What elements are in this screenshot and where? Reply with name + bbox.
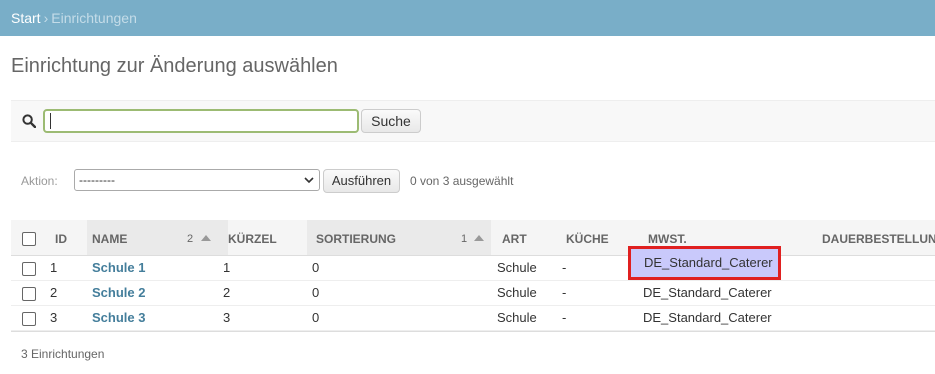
cell-id: 1 <box>50 260 58 275</box>
table-row: 3 Schule 3 3 0 Schule - DE_Standard_Cate… <box>11 306 935 331</box>
select-all-checkbox[interactable] <box>22 232 36 246</box>
cell-art: Schule <box>497 285 537 300</box>
cell-art: Schule <box>497 260 537 275</box>
search-button[interactable]: Suche <box>361 109 421 133</box>
cell-sortierung: 0 <box>312 260 320 275</box>
row-checkbox[interactable] <box>22 287 36 301</box>
column-header-sortierung-label: SORTIERUNG <box>316 232 397 246</box>
table-header: ID NAME 2 KÜRZEL SORTIERUNG 1 ART KÜCHE … <box>11 220 935 256</box>
action-select-value: --------- <box>79 173 115 187</box>
table-bottom-border <box>11 331 935 332</box>
sort-ascending-icon[interactable] <box>474 235 484 241</box>
search-icon <box>22 114 36 128</box>
cell-kueche: - <box>562 310 567 325</box>
table-row: 2 Schule 2 2 0 Schule - DE_Standard_Cate… <box>11 281 935 306</box>
cell-mwst: DE_Standard_Caterer <box>643 310 772 325</box>
cell-id: 3 <box>50 310 58 325</box>
actions-bar: Aktion: --------- Ausführen 0 von 3 ausg… <box>11 167 935 195</box>
highlighted-mwst-cell[interactable]: DE_Standard_Caterer <box>628 246 781 280</box>
sort-priority-name: 2 <box>187 233 194 245</box>
sort-ascending-icon[interactable] <box>201 235 211 241</box>
text-caret <box>50 113 51 129</box>
cell-mwst: DE_Standard_Caterer <box>644 255 773 270</box>
cell-mwst: DE_Standard_Caterer <box>643 285 772 300</box>
cell-kuerzel: 3 <box>223 310 231 325</box>
cell-kuerzel: 1 <box>223 260 231 275</box>
column-header-name[interactable]: NAME 2 <box>87 220 228 255</box>
cell-sortierung: 0 <box>312 310 320 325</box>
breadcrumb-current: Einrichtungen <box>51 10 137 26</box>
cell-name-link[interactable]: Schule 1 <box>92 256 145 280</box>
column-header-id[interactable]: ID <box>55 220 67 255</box>
column-header-dauerbestellung[interactable]: DAUERBESTELLUNG <box>822 220 935 255</box>
breadcrumb-home-link[interactable]: Start <box>11 10 41 26</box>
sort-priority-sortierung: 1 <box>461 233 468 245</box>
search-input[interactable] <box>43 109 359 133</box>
column-header-art[interactable]: ART <box>502 220 527 255</box>
column-header-name-label: NAME <box>92 232 128 246</box>
breadcrumb: Start › Einrichtungen <box>0 0 935 36</box>
column-header-kuerzel[interactable]: KÜRZEL <box>228 220 277 255</box>
run-action-button[interactable]: Ausführen <box>323 169 400 193</box>
cell-kuerzel: 2 <box>223 285 231 300</box>
cell-id: 2 <box>50 285 58 300</box>
cell-name-link[interactable]: Schule 2 <box>92 281 145 305</box>
search-bar: Suche <box>11 100 935 142</box>
action-select[interactable]: --------- <box>74 169 320 191</box>
result-count: 3 Einrichtungen <box>21 347 105 361</box>
cell-art: Schule <box>497 310 537 325</box>
table-row: 1 Schule 1 1 0 Schule - <box>11 256 935 281</box>
column-header-kueche[interactable]: KÜCHE <box>566 220 609 255</box>
action-label: Aktion: <box>21 174 58 188</box>
cell-sortierung: 0 <box>312 285 320 300</box>
cell-kueche: - <box>562 260 567 275</box>
cell-name-link[interactable]: Schule 3 <box>92 306 145 330</box>
row-checkbox[interactable] <box>22 262 36 276</box>
chevron-down-icon <box>304 177 314 184</box>
column-header-sortierung[interactable]: SORTIERUNG 1 <box>307 220 491 255</box>
row-checkbox[interactable] <box>22 312 36 326</box>
breadcrumb-separator: › <box>43 10 49 26</box>
page-title: Einrichtung zur Änderung auswählen <box>11 55 338 77</box>
cell-kueche: - <box>562 285 567 300</box>
selection-counter: 0 von 3 ausgewählt <box>410 174 514 188</box>
